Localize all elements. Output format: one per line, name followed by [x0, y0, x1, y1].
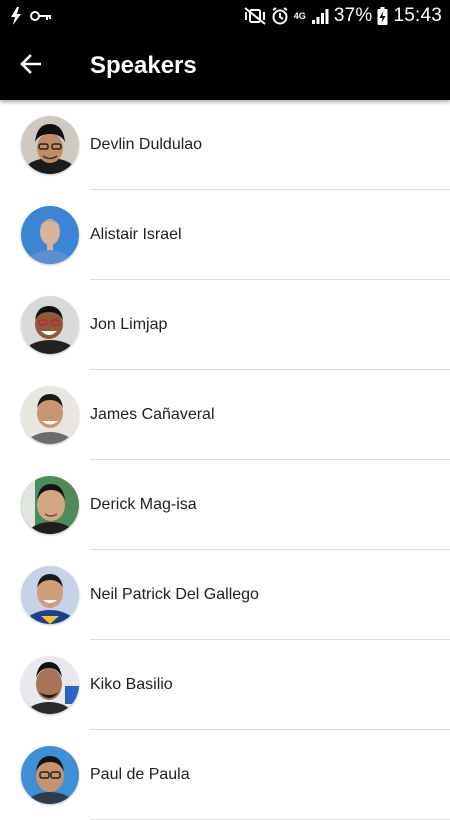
battery-percent: 37% [333, 5, 373, 26]
speaker-item[interactable]: James Cañaveral [0, 370, 450, 460]
avatar [21, 566, 79, 624]
avatar [21, 206, 79, 264]
signal-icon [311, 7, 329, 25]
speaker-item[interactable]: Derick Mag-isa [0, 460, 450, 550]
speaker-name: Devlin Duldulao [90, 136, 203, 153]
speaker-item[interactable]: Neil Patrick Del Gallego [0, 550, 450, 640]
avatar [21, 296, 79, 354]
speaker-name: Kiko Basilio [90, 676, 173, 693]
status-bar: 4G 37% 15:43 [0, 0, 450, 32]
speaker-item[interactable]: Devlin Duldulao [0, 100, 450, 190]
speaker-name: Paul de Paula [90, 766, 190, 783]
speaker-item[interactable]: Jon Limjap [0, 280, 450, 370]
speaker-item[interactable]: Paul de Paula [0, 730, 450, 820]
speaker-item[interactable]: Kiko Basilio [0, 640, 450, 730]
speaker-name: Derick Mag-isa [90, 496, 197, 513]
speaker-name: Alistair Israel [90, 226, 182, 243]
speaker-name: James Cañaveral [90, 406, 215, 423]
arrow-left-icon [19, 53, 42, 79]
back-button[interactable] [0, 32, 60, 100]
mute-vibrate-icon [244, 7, 266, 25]
avatar [21, 116, 79, 174]
speaker-item[interactable]: Alistair Israel [0, 190, 450, 280]
speaker-name: Neil Patrick Del Gallego [90, 586, 259, 603]
status-right: 4G 37% 15:43 [244, 5, 442, 27]
avatar [21, 656, 79, 714]
battery-charging-icon [377, 7, 388, 25]
flash-icon [10, 7, 22, 25]
page-title: Speakers [90, 52, 197, 79]
avatar [21, 746, 79, 804]
avatar [21, 386, 79, 444]
clock: 15:43 [393, 5, 442, 26]
key-icon [30, 10, 52, 22]
speaker-name: Jon Limjap [90, 316, 168, 333]
alarm-icon [271, 7, 289, 25]
app-bar: Speakers [0, 32, 450, 100]
status-left [10, 7, 52, 25]
network-type: 4G [293, 10, 306, 21]
avatar [21, 476, 79, 534]
speaker-list: Devlin Duldulao Alistair Israel Jon Limj… [0, 100, 450, 820]
